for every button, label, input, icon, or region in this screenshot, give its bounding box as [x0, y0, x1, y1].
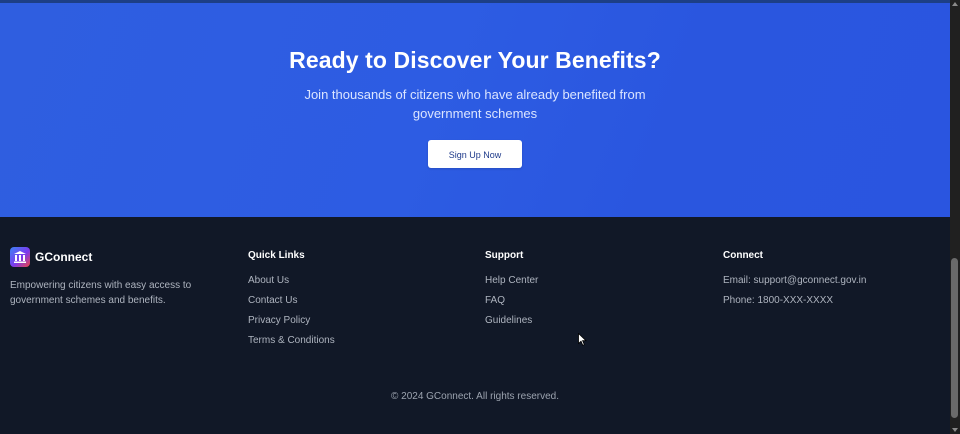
vertical-scrollbar[interactable] — [950, 0, 960, 434]
footer-link-faq[interactable]: FAQ — [485, 295, 505, 306]
brand-name: GConnect — [35, 250, 93, 264]
contact-email[interactable]: Email: support@gconnect.gov.in — [723, 275, 866, 286]
mouse-cursor-icon — [578, 332, 587, 351]
copyright: © 2024 GConnect. All rights reserved. — [390, 391, 559, 402]
footer-link-contact-us[interactable]: Contact Us — [248, 295, 297, 306]
page: Ready to Discover Your Benefits? Join th… — [0, 0, 950, 434]
footer: GConnect Empowering citizens with easy a… — [0, 217, 950, 434]
scroll-up-icon[interactable] — [952, 2, 958, 6]
contact-phone[interactable]: Phone: 1800-XXX-XXXX — [723, 295, 833, 306]
brand-description: Empowering citizens with easy access to … — [10, 280, 192, 306]
quick-links-title: Quick Links — [248, 250, 305, 261]
footer-link-terms[interactable]: Terms & Conditions — [248, 335, 335, 346]
scrollbar-thumb[interactable] — [951, 258, 958, 418]
footer-link-about-us[interactable]: About Us — [248, 275, 289, 286]
footer-link-help-center[interactable]: Help Center — [485, 275, 538, 286]
footer-link-privacy-policy[interactable]: Privacy Policy — [248, 315, 310, 326]
cta-section: Ready to Discover Your Benefits? Join th… — [0, 3, 950, 217]
sign-up-button[interactable]: Sign Up Now — [428, 140, 522, 168]
connect-title: Connect — [723, 250, 763, 261]
support-title: Support — [485, 250, 524, 261]
scroll-down-icon[interactable] — [952, 428, 958, 432]
cta-subtitle: Join thousands of citizens who have alre… — [304, 87, 646, 121]
footer-link-guidelines[interactable]: Guidelines — [485, 315, 532, 326]
government-building-icon — [10, 247, 30, 267]
cta-title: Ready to Discover Your Benefits? — [289, 47, 661, 73]
